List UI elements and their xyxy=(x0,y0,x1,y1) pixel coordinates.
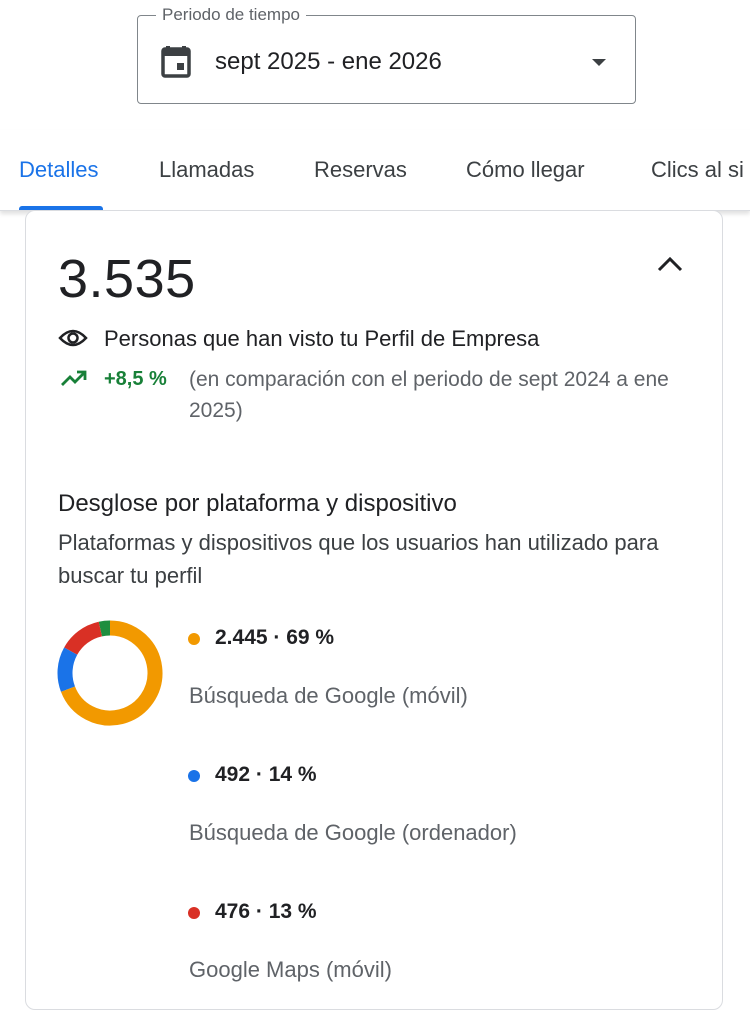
period-selector[interactable]: Periodo de tiempo sept 2025 - ene 2026 xyxy=(137,5,636,104)
eye-icon xyxy=(58,326,88,350)
legend-stat: 476 · 13 % xyxy=(215,900,317,923)
period-value: sept 2025 - ene 2026 xyxy=(215,48,442,75)
legend-label: Google Maps (móvil) xyxy=(189,957,392,982)
period-label: Periodo de tiempo xyxy=(156,5,306,25)
comparison-text: (en comparación con el periodo de sept 2… xyxy=(189,368,669,422)
legend-dot xyxy=(188,770,200,782)
views-label: Personas que han visto tu Perfil de Empr… xyxy=(104,326,540,351)
donut-segment-other xyxy=(98,620,111,637)
legend-dot xyxy=(188,633,200,645)
tab-como-llegar[interactable]: Cómo llegar xyxy=(466,155,585,185)
legend-label: Búsqueda de Google (móvil) xyxy=(189,683,468,708)
total-views: 3.535 xyxy=(58,249,196,309)
breakdown-title: Desglose por plataforma y dispositivo xyxy=(58,490,457,517)
trend-value: +8,5 % xyxy=(104,368,167,390)
legend-stat: 492 · 14 % xyxy=(215,763,317,786)
tab-reservas[interactable]: Reservas xyxy=(314,155,407,185)
chevron-up-icon[interactable] xyxy=(654,250,686,278)
legend-label: Búsqueda de Google (ordenador) xyxy=(189,820,517,845)
tab-bar: Detalles Llamadas Reservas Cómo llegar C… xyxy=(0,130,750,211)
tab-llamadas[interactable]: Llamadas xyxy=(159,155,254,185)
breakdown-description: Plataformas y dispositivos que los usuar… xyxy=(58,530,659,588)
legend-stat: 2.445 · 69 % xyxy=(215,626,335,649)
donut-segment-google-desktop xyxy=(57,647,78,692)
calendar-icon xyxy=(160,44,192,78)
trending-up-icon xyxy=(60,368,88,388)
dropdown-arrow-icon[interactable] xyxy=(590,55,608,67)
tab-clics[interactable]: Clics al si xyxy=(651,155,744,185)
donut-segment-maps-mobile xyxy=(64,621,103,656)
tab-detalles[interactable]: Detalles xyxy=(19,155,98,185)
legend-dot xyxy=(188,907,200,919)
breakdown-donut-chart xyxy=(57,620,163,726)
